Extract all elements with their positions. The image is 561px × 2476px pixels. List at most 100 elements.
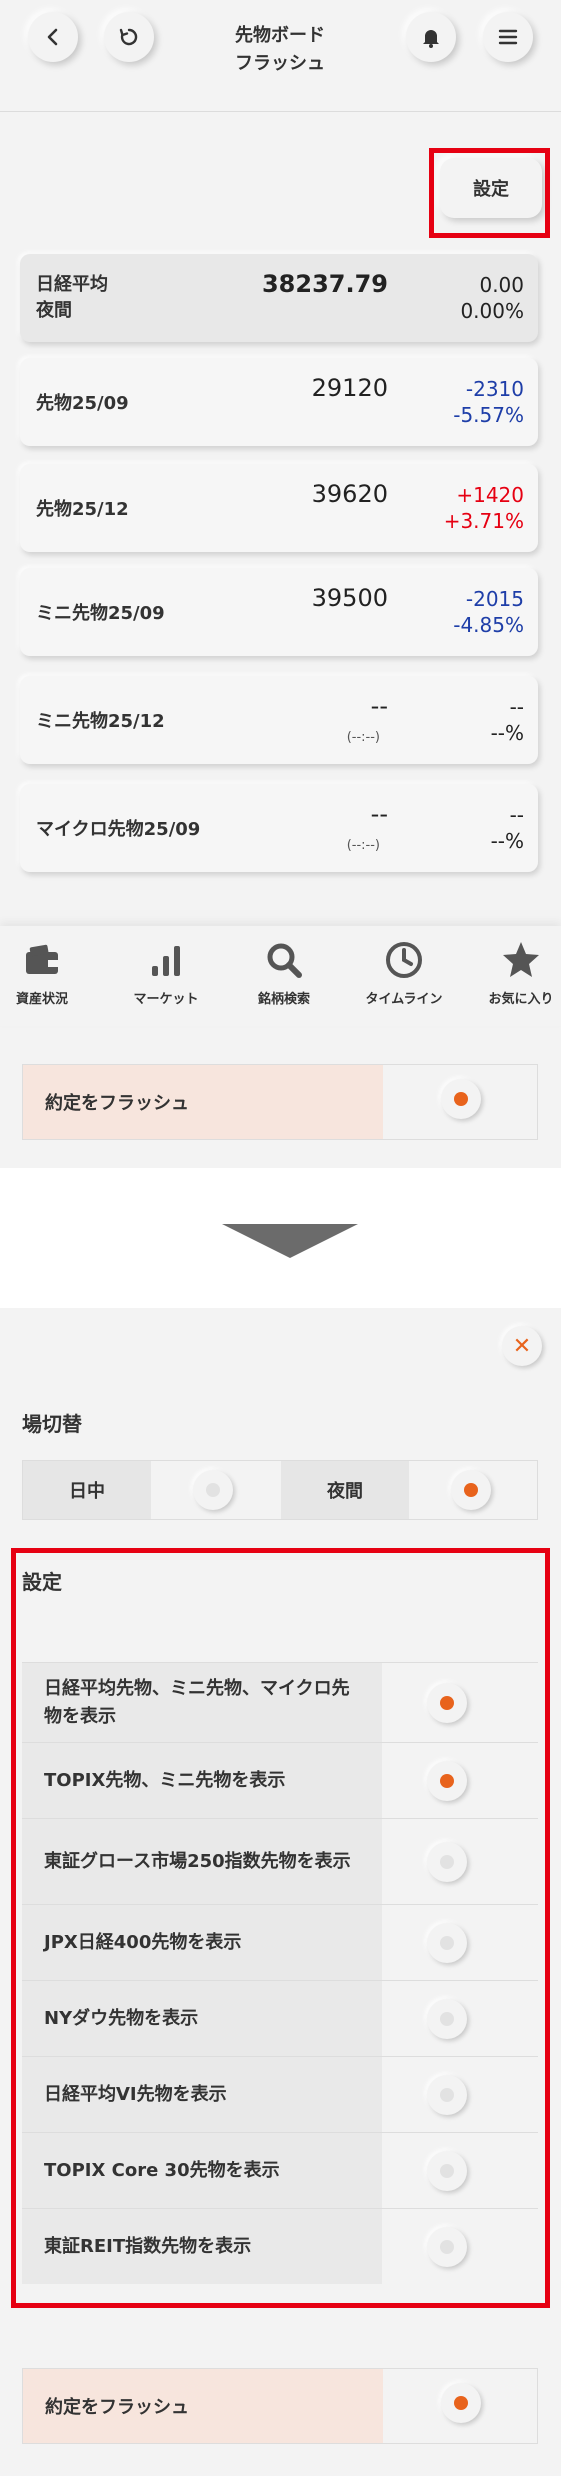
quote-name: ミニ先物25/12 [36, 711, 165, 732]
bar-chart-icon [152, 946, 180, 976]
hamburger-menu-icon [498, 29, 518, 45]
quote-change: -2015 -4.85% [453, 586, 524, 638]
setting-option-row: TOPIX Core 30先物を表示 [22, 2132, 538, 2208]
change-percent: 0.00% [460, 299, 524, 323]
nav-item-assets[interactable]: 資産状況 [0, 938, 98, 1007]
setting-option-radio[interactable] [427, 1683, 467, 1723]
flash-label: 約定をフラッシュ [23, 2369, 383, 2443]
nav-label: 銘柄検索 [257, 992, 310, 1007]
star-icon [503, 942, 539, 977]
chevron-left-icon [47, 28, 58, 46]
flash-setting-row: 約定をフラッシュ [22, 1064, 538, 1140]
session-label-night: 夜間 [281, 1461, 409, 1519]
quote-card[interactable]: 日経平均 夜間 38237.79 0.00 0.00% [20, 254, 538, 342]
quote-card[interactable]: ミニ先物25/09 39500 -2015 -4.85% [20, 568, 538, 656]
quote-time: (--:--) [346, 730, 380, 745]
setting-option-row: 東証REIT指数先物を表示 [22, 2208, 538, 2284]
change-value: -- [509, 803, 524, 827]
back-button[interactable] [28, 12, 78, 62]
quote-price: -- [370, 800, 388, 828]
nav-item-timeline[interactable]: タイムライン [348, 938, 460, 1007]
nav-label: タイムライン [365, 992, 443, 1007]
quote-price: 39500 [311, 584, 388, 612]
quote-time: (--:--) [346, 838, 380, 853]
flash-label: 約定をフラッシュ [23, 1065, 383, 1139]
search-icon [267, 943, 302, 978]
setting-option-row: 日経平均先物、ミニ先物、マイクロ先物を表示 [22, 1662, 538, 1742]
setting-option-label: NYダウ先物を表示 [22, 1981, 382, 2056]
session-radio-day[interactable] [193, 1470, 233, 1510]
quote-change: -2310 -5.57% [453, 376, 524, 428]
setting-option-radio[interactable] [427, 1999, 467, 2039]
menu-button[interactable] [483, 12, 533, 62]
change-percent: --% [490, 829, 524, 853]
setting-option-label: TOPIX先物、ミニ先物を表示 [22, 1743, 382, 1818]
setting-option-radio[interactable] [427, 1842, 467, 1882]
flash-radio[interactable] [441, 1079, 481, 1119]
setting-option-row: TOPIX先物、ミニ先物を表示 [22, 1742, 538, 1818]
bottom-nav: 資産状況 マーケット 銘柄検索 タイムライン お気に入り [0, 926, 561, 1026]
quote-name: 先物25/09 [36, 393, 129, 414]
quote-change: 0.00 0.00% [460, 272, 524, 324]
clock-icon [386, 942, 422, 978]
close-button[interactable]: ✕ [502, 1326, 542, 1366]
quote-price: 29120 [311, 374, 388, 402]
quote-change: -- --% [491, 694, 524, 746]
nav-item-search[interactable]: 銘柄検索 [228, 938, 340, 1007]
nav-label: 資産状況 [15, 992, 68, 1007]
close-icon: ✕ [512, 1333, 532, 1359]
quote-name: 先物25/12 [36, 499, 129, 520]
change-value: -- [509, 695, 524, 719]
change-percent: --% [490, 721, 524, 745]
app-header: 先物ボード フラッシュ [0, 0, 561, 112]
quote-card[interactable]: 先物25/12 39620 +1420 +3.71% [20, 464, 538, 552]
settings-title: 設定 [22, 1570, 62, 1594]
setting-option-row: JPX日経400先物を表示 [22, 1904, 538, 1980]
futures-board-screen: 先物ボード フラッシュ 設定 日経平均 夜間 38237.79 0.00 0.00% 先… [0, 0, 561, 1168]
session-title: 場切替 [22, 1412, 82, 1436]
quote-name: ミニ先物25/09 [36, 603, 165, 624]
change-value: -2015 [465, 587, 524, 611]
setting-option-label: JPX日経400先物を表示 [22, 1905, 382, 1980]
setting-option-radio[interactable] [427, 1923, 467, 1963]
quote-card[interactable]: マイクロ先物25/09 -- (--:--) -- --% [20, 784, 538, 872]
quote-name: マイクロ先物25/09 [36, 819, 201, 840]
quote-price: -- [370, 692, 388, 720]
session-label-day: 日中 [23, 1461, 151, 1519]
wallet-icon [26, 944, 58, 974]
refresh-icon [119, 28, 138, 46]
setting-option-radio[interactable] [427, 1761, 467, 1801]
quote-change: -- --% [491, 802, 524, 854]
notification-button[interactable] [406, 12, 456, 62]
nav-item-market[interactable]: マーケット [110, 938, 222, 1007]
settings-panel: ✕ 場切替 日中 夜間 設定 日経平均先物、ミニ先物、マイクロ先物を表示 TOPI… [0, 1308, 561, 2476]
session-radio-night[interactable] [451, 1470, 491, 1510]
refresh-button[interactable] [104, 12, 154, 62]
quote-card[interactable]: ミニ先物25/12 -- (--:--) -- --% [20, 676, 538, 764]
bell-icon [423, 30, 439, 48]
flash-radio[interactable] [441, 2383, 481, 2423]
setting-option-label: 東証グロース市場250指数先物を表示 [22, 1819, 382, 1904]
nav-label: お気に入り [488, 992, 554, 1007]
setting-option-label: 東証REIT指数先物を表示 [22, 2209, 382, 2284]
transition-arrow [222, 1224, 358, 1258]
change-value: +1420 [456, 483, 524, 507]
quote-price: 39620 [311, 480, 388, 508]
setting-option-radio[interactable] [427, 2227, 467, 2267]
setting-option-radio[interactable] [427, 2151, 467, 2191]
quote-change: +1420 +3.71% [444, 482, 524, 534]
nav-item-favorites[interactable]: お気に入り [465, 938, 561, 1007]
change-value: 0.00 [479, 273, 524, 297]
quote-card[interactable]: 先物25/09 29120 -2310 -5.57% [20, 358, 538, 446]
page-title: 先物ボード フラッシュ [235, 25, 325, 74]
setting-option-row: NYダウ先物を表示 [22, 1980, 538, 2056]
quote-name: 日経平均 夜間 [36, 274, 108, 321]
nav-label: マーケット [133, 992, 199, 1007]
flash-setting-row: 約定をフラッシュ [22, 2368, 538, 2444]
change-percent: -4.85% [453, 613, 524, 637]
setting-option-label: TOPIX Core 30先物を表示 [22, 2133, 382, 2208]
setting-option-label: 日経平均VI先物を表示 [22, 2057, 382, 2132]
highlight-box [429, 148, 550, 238]
setting-option-radio[interactable] [427, 2075, 467, 2115]
quote-price: 38237.79 [261, 270, 388, 298]
